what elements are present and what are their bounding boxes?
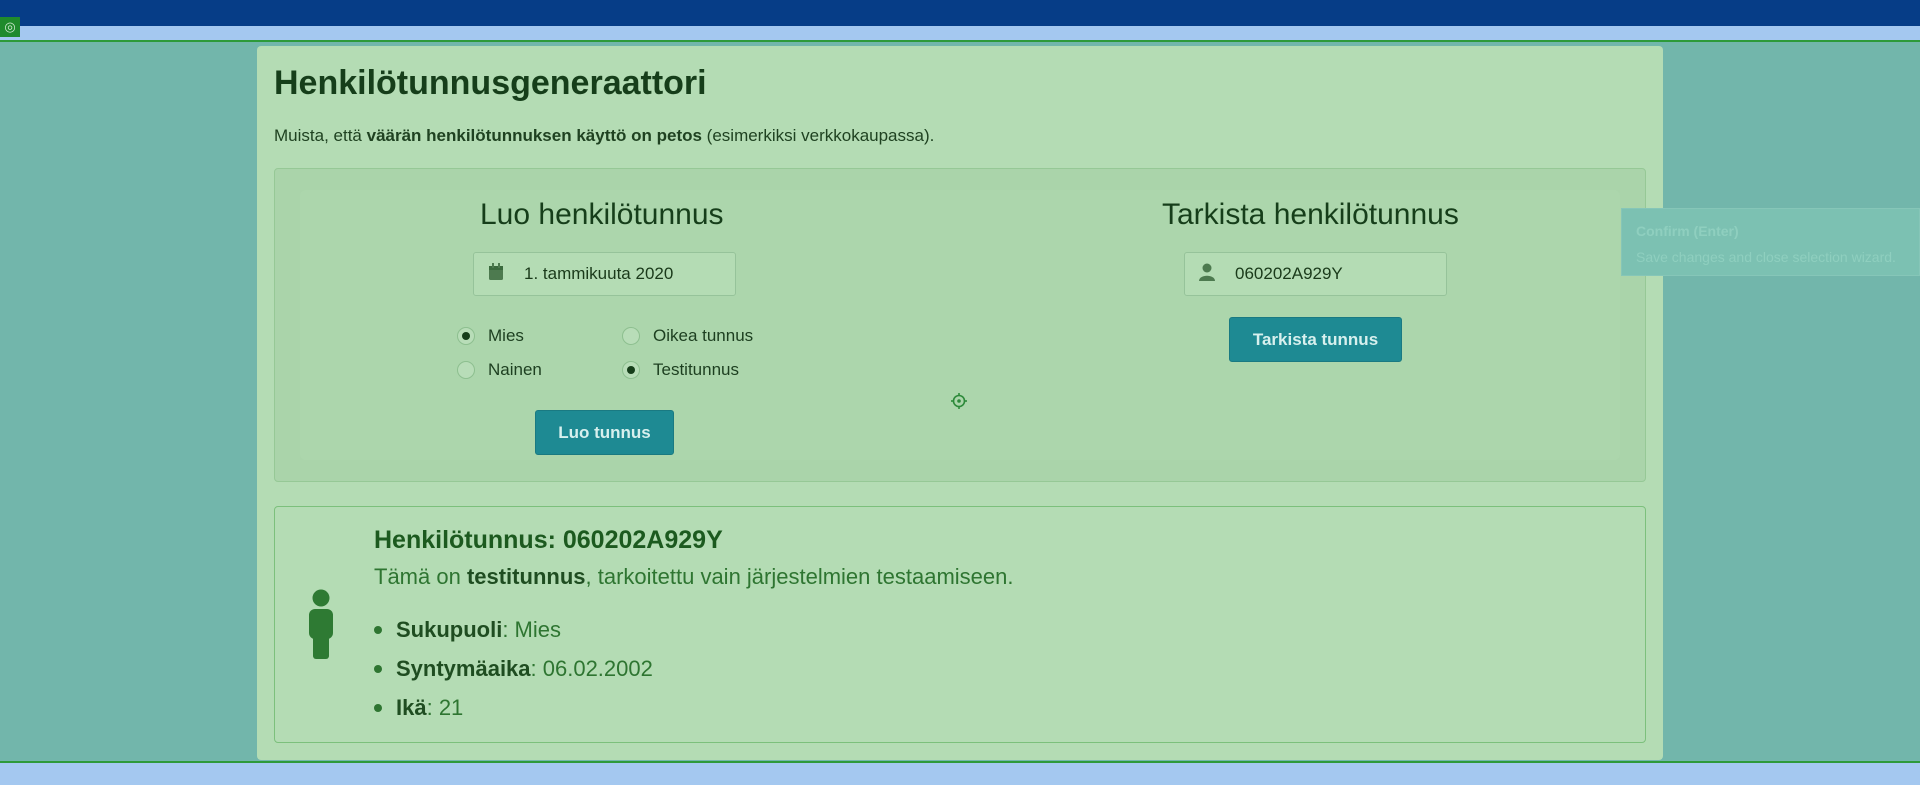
desc-suffix: , tarkoitettu vain järjestelmien testaam… [585,564,1014,589]
radio-circle[interactable] [457,327,475,345]
check-heading: Tarkista henkilötunnus [1162,198,1459,231]
item-value: : Mies [502,616,562,642]
result-details-list: Sukupuoli: Mies Syntymäaika: 06.02.2002 … [374,610,653,727]
browser-top-bar [0,0,1920,26]
generate-heading: Luo henkilötunnus [480,198,724,231]
item-value: : 06.02.2002 [530,655,653,681]
list-item: Syntymäaika: 06.02.2002 [374,649,653,688]
list-item: Sukupuoli: Mies [374,610,653,649]
bullet [374,703,382,712]
result-title: Henkilötunnus: 060202A929Y [374,526,723,554]
notice-bold: väärän henkilötunnuksen käyttö on petos [366,126,702,145]
radio-label: Mies [488,326,524,345]
item-label: Syntymäaika [396,655,531,681]
radio-circle[interactable] [457,361,475,379]
date-value: 1. tammikuuta 2020 [524,264,674,283]
result-description: Tämä on testitunnus, tarkoitettu vain jä… [374,564,1013,590]
generate-button[interactable]: Luo tunnus [535,410,674,455]
list-item: Ikä: 21 [374,688,653,727]
bullet [374,664,382,673]
radio-testitunnus[interactable]: Testitunnus [622,360,739,380]
ssn-input[interactable]: 060202A929Y [1184,252,1447,296]
radio-label: Testitunnus [653,360,739,379]
radio-mies[interactable]: Mies [457,326,524,346]
radio-circle[interactable] [622,361,640,379]
user-icon [1199,263,1223,286]
notice-prefix: Muista, että [274,126,367,145]
desc-bold: testitunnus [466,564,586,589]
item-label: Sukupuoli [396,616,503,642]
tooltip-title: Confirm (Enter) [1636,223,1739,239]
person-icon [309,589,333,659]
bullet [374,625,382,634]
tooltip-text: Save changes and close selection wizard. [1636,249,1896,265]
confirm-tooltip: Confirm (Enter) Save changes and close s… [1621,208,1920,276]
date-picker-field[interactable]: 1. tammikuuta 2020 [473,252,736,296]
page-title: Henkilötunnusgeneraattori [274,64,707,102]
ssn-input-value: 060202A929Y [1235,264,1343,283]
item-label: Ikä [396,694,427,720]
radio-label: Oikea tunnus [653,326,754,345]
target-icon[interactable]: ◎ [0,17,20,37]
calendar-icon [488,262,512,286]
radio-circle[interactable] [622,327,640,345]
item-value: : 21 [426,694,464,720]
radio-oikea-tunnus[interactable]: Oikea tunnus [622,326,753,346]
radio-nainen[interactable]: Nainen [457,360,542,380]
check-button[interactable]: Tarkista tunnus [1229,317,1402,362]
desc-prefix: Tämä on [374,564,467,589]
notice-suffix: (esimerkiksi verkkokaupassa). [701,126,935,145]
crosshair-icon [951,393,967,409]
radio-label: Nainen [488,360,542,379]
browser-toolbar-strip [0,26,1920,40]
fraud-notice: Muista, että väärän henkilötunnuksen käy… [274,126,934,146]
